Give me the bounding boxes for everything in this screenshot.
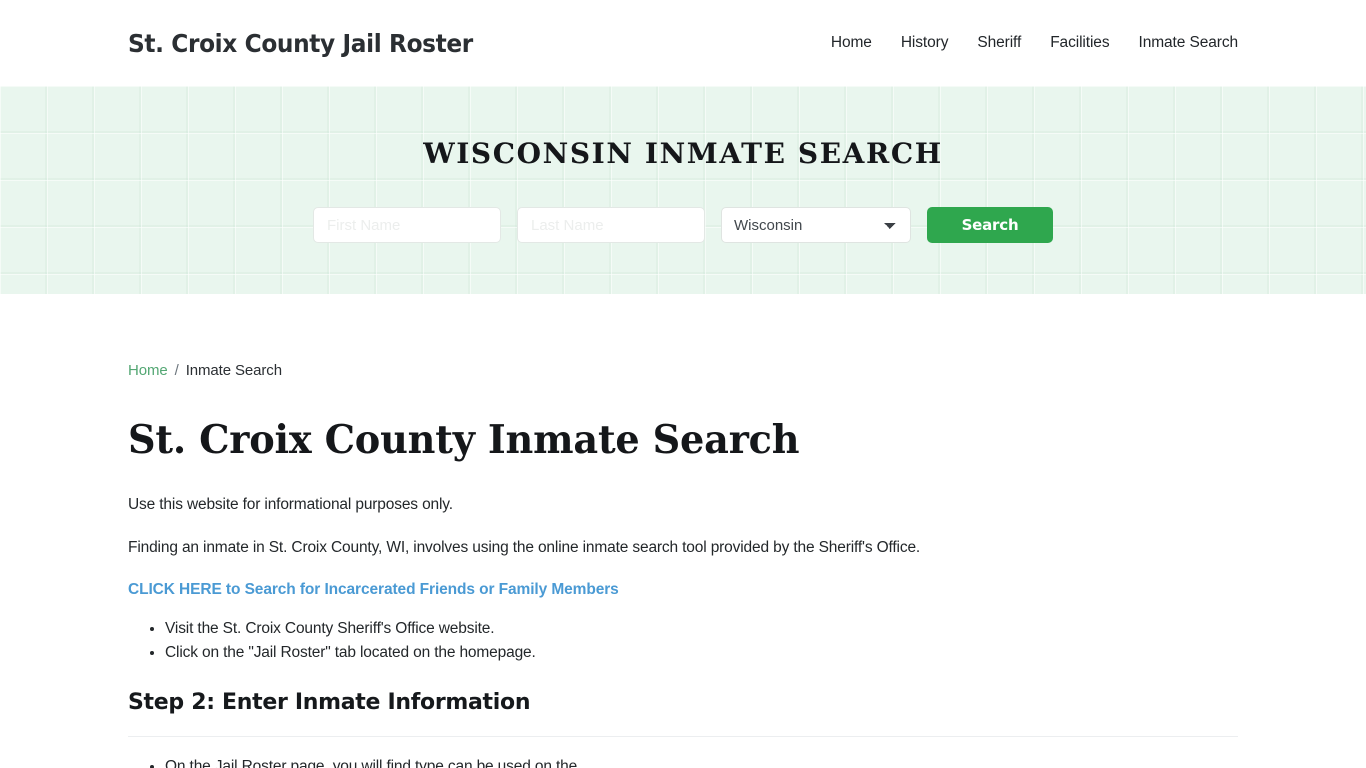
nav-item-home[interactable]: Home: [831, 34, 872, 52]
step-one-list: Visit the St. Croix County Sheriff's Off…: [128, 617, 1238, 666]
state-select[interactable]: Wisconsin: [721, 207, 911, 243]
inmate-search-form: Wisconsin Search: [313, 207, 1053, 243]
nav-item-facilities[interactable]: Facilities: [1050, 34, 1109, 52]
hero-title: WISCONSIN INMATE SEARCH: [423, 137, 943, 170]
intro-paragraph: Use this website for informational purpo…: [128, 496, 453, 513]
hero-search-banner: WISCONSIN INMATE SEARCH Wisconsin Search: [0, 86, 1366, 294]
breadcrumb: Home / Inmate Search: [128, 362, 1238, 379]
search-button[interactable]: Search: [927, 207, 1053, 243]
breadcrumb-separator: /: [174, 362, 179, 379]
list-item: On the Jail Roster page, you will find t…: [165, 755, 1238, 768]
site-header: St. Croix County Jail Roster Home Histor…: [0, 0, 1366, 86]
list-item: Visit the St. Croix County Sheriff's Off…: [165, 617, 1238, 641]
main-content: Home / Inmate Search St. Croix County In…: [0, 362, 1366, 768]
main-navigation: Home History Sheriff Facilities Inmate S…: [831, 34, 1238, 52]
section-heading-step-2: Step 2: Enter Inmate Information: [128, 690, 531, 716]
nav-item-sheriff[interactable]: Sheriff: [977, 34, 1021, 52]
step-two-list: On the Jail Roster page, you will find t…: [128, 755, 1238, 768]
first-name-input[interactable]: [313, 207, 501, 243]
section-divider: [128, 736, 1238, 738]
nav-item-history[interactable]: History: [901, 34, 949, 52]
list-item: Click on the "Jail Roster" tab located o…: [165, 641, 1238, 665]
breadcrumb-item-home[interactable]: Home: [128, 362, 168, 379]
description-paragraph: Finding an inmate in St. Croix County, W…: [128, 539, 921, 557]
site-brand[interactable]: St. Croix County Jail Roster: [128, 29, 473, 58]
page-title: St. Croix County Inmate Search: [128, 417, 800, 463]
nav-item-inmate-search[interactable]: Inmate Search: [1138, 34, 1238, 52]
breadcrumb-item-current: Inmate Search: [185, 362, 282, 379]
last-name-input[interactable]: [517, 207, 705, 243]
cta-search-link[interactable]: CLICK HERE to Search for Incarcerated Fr…: [128, 581, 1238, 599]
